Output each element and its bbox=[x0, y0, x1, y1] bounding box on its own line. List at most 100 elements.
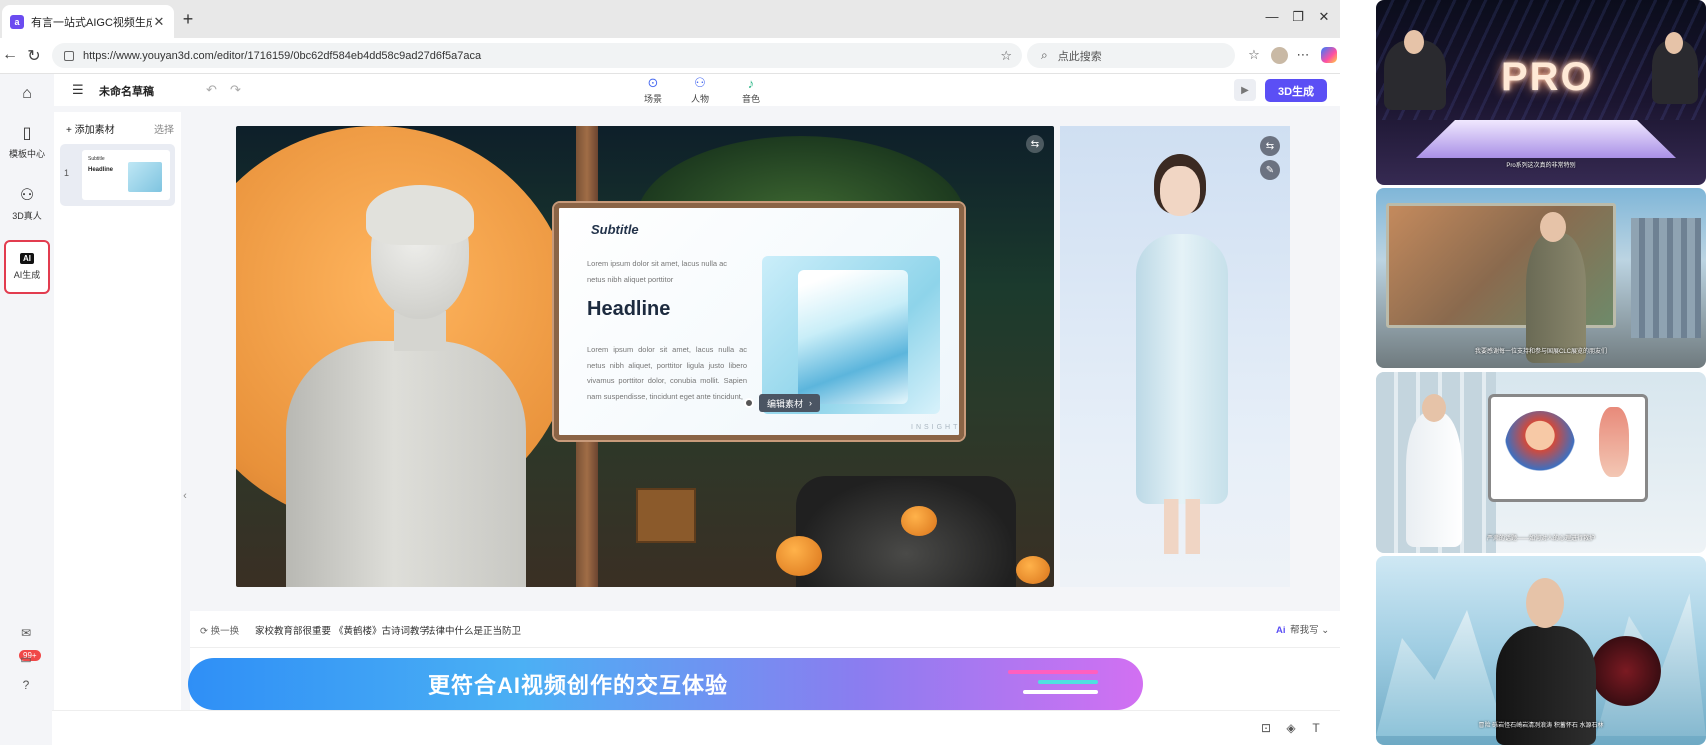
favorites-icon[interactable]: ☆ bbox=[1245, 47, 1263, 63]
banner-streak bbox=[1023, 690, 1098, 694]
home-button[interactable]: ⌂ bbox=[4, 76, 50, 116]
tool-label: 人物 bbox=[690, 94, 709, 104]
copilot-icon[interactable] bbox=[1321, 47, 1337, 63]
swap-character-icon[interactable]: ⇆ bbox=[1260, 136, 1280, 156]
preview-city-report[interactable]: 我要感谢每一位支持和参与国展CLC展览的朋友们 bbox=[1376, 188, 1706, 368]
tab-title: 有言一站式AIGC视频生成平台 bbox=[31, 16, 152, 29]
tool-person[interactable]: ⚇ 人物 bbox=[675, 74, 725, 106]
pen-icon[interactable]: ✎ bbox=[1260, 160, 1280, 180]
nav-item-3d-person[interactable]: ⚇ 3D真人 bbox=[4, 176, 50, 230]
scenes-panel: + 添加素材 选择 1 Subtitle Headline bbox=[54, 112, 181, 745]
pro-logo-text: PRO bbox=[1501, 55, 1594, 99]
doctor-head bbox=[1422, 394, 1446, 422]
notification-icon[interactable]: ✉ bbox=[18, 626, 34, 640]
undo-icon[interactable]: ↶ bbox=[206, 82, 217, 98]
character-panel[interactable]: ⇆ ✎ bbox=[1060, 126, 1290, 587]
preview-gallery: PRO Pro系列这次真的非常特别 我要感谢每一位支持和参与国展CLC展览的朋友… bbox=[1376, 0, 1706, 745]
statue-body bbox=[286, 341, 526, 587]
tool-voice[interactable]: ♪ 音色 bbox=[726, 74, 776, 106]
banner-streak bbox=[1008, 670, 1098, 674]
new-tab-icon[interactable]: + bbox=[178, 9, 198, 30]
restore-icon[interactable]: ❐ bbox=[1288, 9, 1308, 25]
home-icon: ⌂ bbox=[22, 85, 32, 102]
ai-write-button[interactable]: Ai 帮我写 ⌄ bbox=[1276, 622, 1329, 636]
back-icon[interactable]: ← bbox=[0, 46, 20, 64]
presenter-head bbox=[1540, 212, 1566, 242]
preview-caption: 冒险 砾岩怪石崎岩清冽浪涛 积蓄怀石 水源石林 bbox=[1478, 723, 1604, 729]
presenter-head bbox=[1404, 30, 1424, 54]
tool-label: 场景 bbox=[643, 94, 662, 104]
preview-landscape[interactable]: 冒险 砾岩怪石崎岩清冽浪涛 积蓄怀石 水源石林 bbox=[1376, 556, 1706, 745]
star-icon[interactable]: ☆ bbox=[1000, 48, 1012, 64]
url-field[interactable]: https://www.youyan3d.com/editor/1716159/… bbox=[52, 43, 1022, 68]
topic-chip[interactable]: 《黄鹤楼》古诗词教学 bbox=[334, 623, 429, 637]
more-icon[interactable]: ⋯ bbox=[1294, 47, 1312, 63]
pumpkin-image bbox=[1016, 556, 1050, 584]
nav-label: AI生成 bbox=[13, 270, 41, 280]
refresh-label: 换一换 bbox=[210, 626, 240, 637]
redo-icon[interactable]: ↷ bbox=[230, 82, 241, 98]
profile-avatar[interactable] bbox=[1271, 47, 1288, 64]
draft-title[interactable]: 未命名草稿 bbox=[99, 83, 154, 99]
tab-bar: a 有言一站式AIGC视频生成平台 ✕ + — ❐ ✕ bbox=[0, 0, 1340, 38]
scene-icon: ⊙ bbox=[647, 75, 659, 90]
preview-first-aid[interactable]: 严肃的话题——如何对人的心理进行救护 bbox=[1376, 372, 1706, 553]
search-input[interactable]: ⌕ 点此搜索 bbox=[1027, 43, 1235, 68]
ai-icon: AI bbox=[20, 253, 34, 264]
woman-dress bbox=[1136, 234, 1228, 504]
scene-thumbnail[interactable]: 1 Subtitle Headline bbox=[60, 144, 175, 206]
browser-tab[interactable]: a 有言一站式AIGC视频生成平台 ✕ bbox=[2, 5, 174, 38]
minimize-icon[interactable]: — bbox=[1262, 9, 1282, 24]
video-stage[interactable]: Subtitle Lorem ipsum dolor sit amet, lac… bbox=[236, 126, 1054, 587]
glass-image bbox=[798, 270, 908, 404]
help-icon[interactable]: ? bbox=[18, 678, 34, 692]
lock-icon bbox=[64, 50, 74, 61]
swap-icon[interactable]: ⇆ bbox=[1026, 135, 1044, 153]
scene-preview: Subtitle Headline bbox=[82, 150, 170, 200]
preview-pro-launch[interactable]: PRO Pro系列这次真的非常特别 bbox=[1376, 0, 1706, 185]
close-window-icon[interactable]: ✕ bbox=[1314, 9, 1334, 25]
play-button[interactable]: ▶ bbox=[1234, 79, 1256, 101]
menu-icon[interactable]: ☰ bbox=[72, 82, 84, 98]
slide-insight: INSIGHT bbox=[911, 424, 961, 431]
chevron-down-icon: ⌄ bbox=[1321, 625, 1330, 636]
scene-mini-headline: Headline bbox=[88, 167, 114, 173]
script-toolbar: ⟳ 换一换 家校教育部很重要 《黄鹤楼》古诗词教学 法律中什么是正当防卫 Ai … bbox=[190, 611, 1340, 648]
close-tab-icon[interactable]: ✕ bbox=[152, 14, 166, 30]
edit-handle-icon[interactable] bbox=[744, 398, 754, 408]
background-crate bbox=[636, 488, 696, 543]
preview-caption: Pro系列这次真的非常特别 bbox=[1506, 163, 1576, 169]
banner-text: 更符合AI视频创作的交互体验 bbox=[427, 673, 728, 698]
doctor bbox=[1406, 412, 1462, 547]
select-link[interactable]: 选择 bbox=[154, 121, 174, 136]
preview-caption: 我要感谢每一位支持和参与国展CLC展览的朋友们 bbox=[1474, 349, 1607, 355]
topic-chip[interactable]: 家校教育部很重要 bbox=[255, 623, 331, 637]
reload-icon[interactable]: ↻ bbox=[24, 46, 44, 66]
stage-floor bbox=[1416, 120, 1676, 158]
template-icon: ▯ bbox=[22, 124, 32, 142]
topic-chip[interactable]: 法律中什么是正当防卫 bbox=[426, 623, 521, 637]
refresh-topics-button[interactable]: ⟳ 换一换 bbox=[200, 623, 239, 637]
collapse-panel-icon[interactable]: ‹ bbox=[180, 476, 190, 516]
text-icon[interactable]: T bbox=[1308, 721, 1324, 735]
nav-item-ai-generate[interactable]: AI AI生成 bbox=[4, 240, 50, 294]
layers-icon[interactable]: ◈ bbox=[1283, 721, 1299, 735]
nav-label: 模板中心 bbox=[8, 148, 45, 159]
avatar-statue[interactable] bbox=[256, 185, 526, 587]
tool-scene[interactable]: ⊙ 场景 bbox=[628, 74, 678, 106]
edit-material-button[interactable]: 编辑素材 › bbox=[759, 394, 821, 412]
fit-screen-icon[interactable]: ⊡ bbox=[1258, 721, 1274, 735]
mountain-left bbox=[1376, 610, 1506, 736]
nav-item-templates[interactable]: ▯ 模板中心 bbox=[4, 114, 50, 168]
editor-topbar: ☰ 未命名草稿 ↶ ↷ ⊙ 场景 ⚇ 人物 ♪ 音色 ▶ 3D生成 bbox=[54, 74, 1340, 106]
add-material-button[interactable]: + 添加素材 bbox=[66, 121, 115, 136]
search-placeholder: 点此搜索 bbox=[1057, 50, 1102, 63]
ai-write-label: 帮我写 bbox=[1290, 625, 1319, 636]
chevron-right-icon: › bbox=[809, 398, 813, 408]
coral-ornament bbox=[1591, 636, 1661, 706]
statue-hair bbox=[366, 185, 474, 245]
editor-app: ⌂ ▯ 模板中心 ⚇ 3D真人 AI AI生成 99+ ✉ ▭ ? ☰ 未命名草… bbox=[0, 74, 1340, 745]
slide-image bbox=[762, 256, 940, 414]
document-icon[interactable]: ▭ bbox=[18, 652, 34, 666]
generate-3d-button[interactable]: 3D生成 bbox=[1265, 79, 1327, 102]
